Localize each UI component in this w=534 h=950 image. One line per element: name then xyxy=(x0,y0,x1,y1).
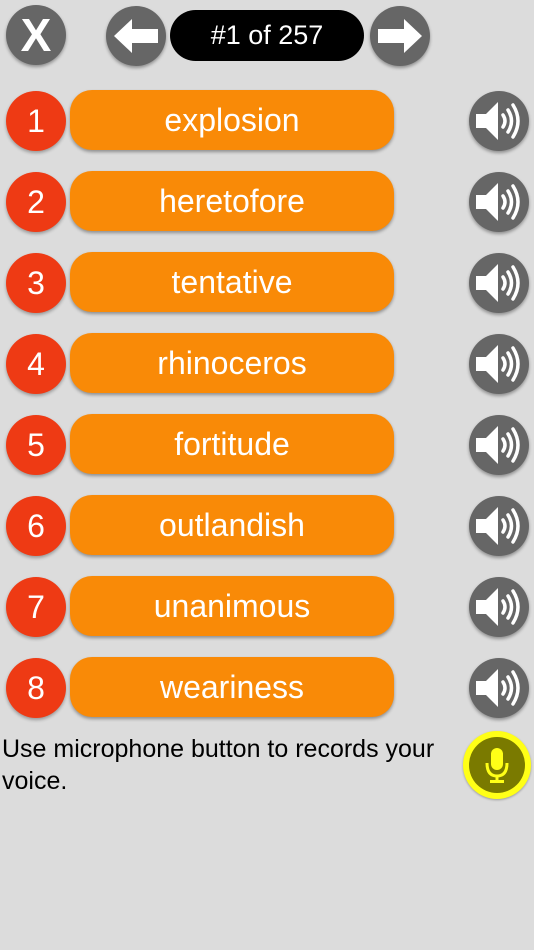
play-audio-button[interactable] xyxy=(469,658,529,718)
close-button[interactable]: X xyxy=(6,5,66,65)
close-label: X xyxy=(20,9,52,61)
speaker-icon xyxy=(476,102,520,140)
play-audio-button[interactable] xyxy=(469,496,529,556)
word-number-badge: 8 xyxy=(6,658,66,718)
word-row: 2 heretofore xyxy=(0,171,534,233)
word-number-badge: 2 xyxy=(6,172,66,232)
word-button[interactable]: rhinoceros xyxy=(70,333,394,393)
play-audio-button[interactable] xyxy=(469,334,529,394)
word-button[interactable]: outlandish xyxy=(70,495,394,555)
page-counter: #1 of 257 xyxy=(170,10,364,61)
word-row: 4 rhinoceros xyxy=(0,333,534,395)
word-row: 7 unanimous xyxy=(0,576,534,638)
word-row: 5 fortitude xyxy=(0,414,534,476)
speaker-icon xyxy=(476,183,520,221)
speaker-icon xyxy=(476,669,520,707)
play-audio-button[interactable] xyxy=(469,91,529,151)
next-button[interactable] xyxy=(370,6,430,66)
arrow-right-icon xyxy=(378,19,422,53)
word-button[interactable]: weariness xyxy=(70,657,394,717)
word-number-badge: 7 xyxy=(6,577,66,637)
play-audio-button[interactable] xyxy=(469,172,529,232)
speaker-icon xyxy=(476,507,520,545)
arrow-left-icon xyxy=(114,19,158,53)
word-number-badge: 3 xyxy=(6,253,66,313)
word-button[interactable]: unanimous xyxy=(70,576,394,636)
play-audio-button[interactable] xyxy=(469,577,529,637)
instruction-text: Use microphone button to records your vo… xyxy=(2,735,435,795)
microphone-icon xyxy=(485,748,509,783)
word-number-badge: 1 xyxy=(6,91,66,151)
word-row: 3 tentative xyxy=(0,252,534,314)
speaker-icon xyxy=(476,588,520,626)
word-number-badge: 4 xyxy=(6,334,66,394)
word-button[interactable]: heretofore xyxy=(70,171,394,231)
speaker-icon xyxy=(476,264,520,302)
play-audio-button[interactable] xyxy=(469,415,529,475)
record-button[interactable] xyxy=(463,731,531,799)
speaker-icon xyxy=(476,345,520,383)
word-number-badge: 5 xyxy=(6,415,66,475)
word-button[interactable]: tentative xyxy=(70,252,394,312)
word-number-badge: 6 xyxy=(6,496,66,556)
record-button-inner xyxy=(469,737,525,793)
previous-button[interactable] xyxy=(106,6,166,66)
word-button[interactable]: fortitude xyxy=(70,414,394,474)
word-row: 8 weariness xyxy=(0,657,534,719)
speaker-icon xyxy=(476,426,520,464)
word-row: 6 outlandish xyxy=(0,495,534,557)
play-audio-button[interactable] xyxy=(469,253,529,313)
word-row: 1 explosion xyxy=(0,90,534,152)
word-button[interactable]: explosion xyxy=(70,90,394,150)
